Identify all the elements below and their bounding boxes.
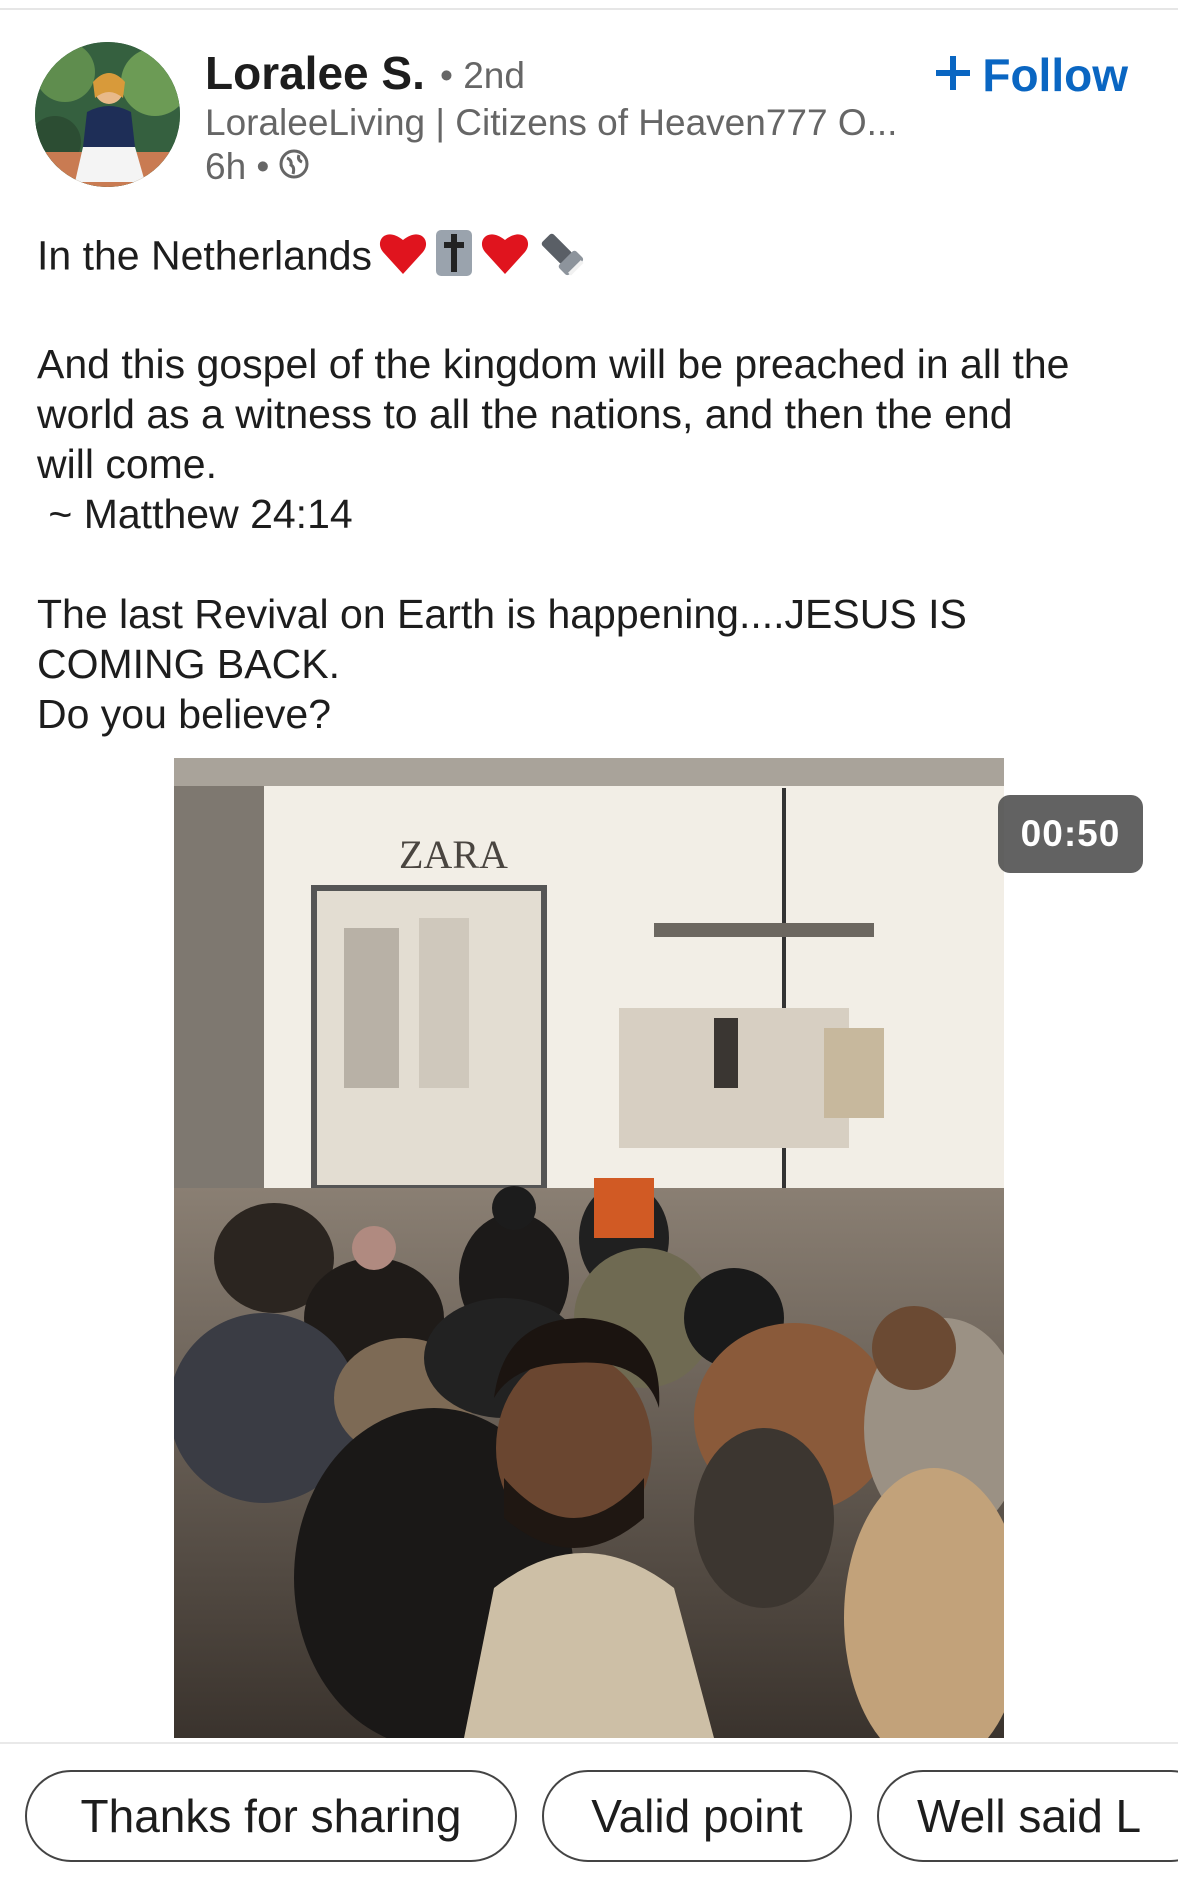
follow-button[interactable]: Follow xyxy=(934,48,1128,102)
closing-line-1: The last Revival on Earth is happening..… xyxy=(37,591,967,637)
cross-emoji-icon xyxy=(434,228,474,289)
post-body: In the Netherlands And this gospel of th… xyxy=(37,228,1147,739)
verse-reference: ~ Matthew 24:14 xyxy=(37,491,353,537)
top-divider xyxy=(0,8,1178,10)
quick-reply-well-said[interactable]: Well said L xyxy=(877,1770,1178,1862)
post-time: 6h • xyxy=(205,146,270,187)
author-headline: LoraleeLiving | Citizens of Heaven777 O.… xyxy=(205,102,898,143)
follow-label: Follow xyxy=(982,49,1128,101)
video-duration-badge: 00:50 xyxy=(998,795,1143,873)
verse-line-1: And this gospel of the kingdom will be p… xyxy=(37,341,1070,387)
post-line-1: In the Netherlands xyxy=(37,228,1147,289)
video-player[interactable]: ZARA xyxy=(174,758,1004,1738)
verse-line-2: world as a witness to all the nations, a… xyxy=(37,391,1013,437)
plus-icon xyxy=(934,49,972,101)
author-avatar[interactable] xyxy=(35,42,180,187)
closing-line-2: COMING BACK. xyxy=(37,641,340,687)
post-meta: 6h • xyxy=(205,146,309,188)
store-sign: ZARA xyxy=(399,832,508,877)
heart-emoji-icon xyxy=(378,230,428,287)
globe-icon xyxy=(279,146,309,188)
quick-reply-thanks-for-sharing[interactable]: Thanks for sharing xyxy=(25,1770,517,1862)
connection-degree: • 2nd xyxy=(440,55,525,96)
closing-line-3: Do you believe? xyxy=(37,691,332,737)
video-thumbnail: ZARA xyxy=(174,758,1004,1738)
quick-reply-valid-point[interactable]: Valid point xyxy=(542,1770,852,1862)
author-name[interactable]: Loralee S. xyxy=(205,46,425,100)
verse-line-3: will come. xyxy=(37,441,217,487)
heart-emoji-icon xyxy=(480,230,530,287)
flashlight-emoji-icon xyxy=(536,228,586,289)
